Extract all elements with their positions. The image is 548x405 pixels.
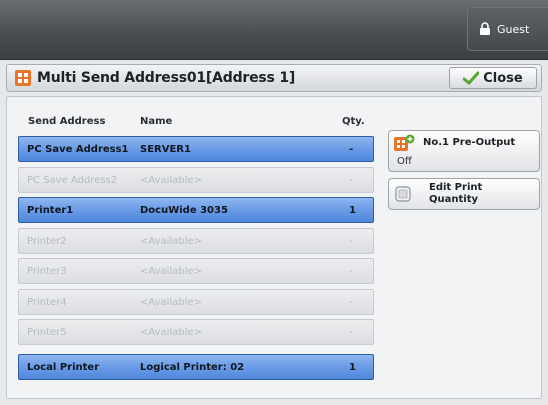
pre-output-value: Off xyxy=(397,156,412,167)
row-address: Printer5 xyxy=(27,326,67,338)
row-name: <Available> xyxy=(140,326,203,338)
row-name: <Available> xyxy=(140,235,203,247)
row-qty: - xyxy=(349,143,354,155)
guest-label: Guest xyxy=(497,22,530,36)
row-qty: 1 xyxy=(349,361,356,373)
address-row-pc-save-2[interactable]: PC Save Address2 <Available> - xyxy=(18,167,374,193)
pre-output-label: No.1 Pre-Output xyxy=(423,137,516,148)
row-name: <Available> xyxy=(140,174,203,186)
header-name: Name xyxy=(140,116,173,127)
address-row-printer-5[interactable]: Printer5 <Available> - xyxy=(18,319,374,345)
lock-user-icon xyxy=(480,22,490,35)
pre-output-icon xyxy=(394,134,415,151)
address-row-printer-2[interactable]: Printer2 <Available> - xyxy=(18,228,374,254)
checkmark-icon xyxy=(463,71,480,85)
header-send-address: Send Address xyxy=(28,116,106,127)
screen: Guest Multi Send Address01[Address 1] Cl… xyxy=(0,0,548,405)
row-qty: - xyxy=(349,326,353,338)
top-bar: Guest xyxy=(0,0,548,60)
row-name: <Available> xyxy=(140,265,203,277)
close-label: Close xyxy=(483,70,523,86)
row-address: Printer3 xyxy=(27,265,67,277)
header-qty: Qty. xyxy=(342,116,365,127)
edit-print-quantity-button[interactable]: Edit Print Quantity xyxy=(388,178,540,210)
row-address: Printer4 xyxy=(27,296,67,308)
address-row-printer-3[interactable]: Printer3 <Available> - xyxy=(18,258,374,284)
multi-send-icon xyxy=(15,70,31,86)
row-qty: - xyxy=(349,235,353,247)
row-address: PC Save Address2 xyxy=(27,174,118,186)
row-address: Printer2 xyxy=(27,235,67,247)
row-qty: 1 xyxy=(349,204,356,216)
edit-quantity-icon xyxy=(395,186,411,202)
title-bar: Multi Send Address01[Address 1] Close xyxy=(6,64,542,92)
row-qty: - xyxy=(349,265,353,277)
guest-button[interactable]: Guest xyxy=(467,7,548,51)
row-name: <Available> xyxy=(140,296,203,308)
close-button[interactable]: Close xyxy=(449,67,537,89)
edit-print-quantity-label: Edit Print Quantity xyxy=(429,182,483,205)
window-title: Multi Send Address01[Address 1] xyxy=(37,70,296,86)
row-name: DocuWide 3035 xyxy=(140,204,228,216)
row-address: Local Printer xyxy=(27,361,100,373)
address-row-local-printer[interactable]: Local Printer Logical Printer: 02 1 xyxy=(18,354,374,380)
row-name: Logical Printer: 02 xyxy=(140,361,245,373)
row-qty: - xyxy=(349,174,353,186)
row-qty: - xyxy=(349,296,353,308)
row-address: PC Save Address1 xyxy=(27,143,129,155)
address-row-pc-save-1[interactable]: PC Save Address1 SERVER1 - xyxy=(18,136,374,162)
row-address: Printer1 xyxy=(27,204,74,216)
address-row-printer-1[interactable]: Printer1 DocuWide 3035 1 xyxy=(18,197,374,223)
row-name: SERVER1 xyxy=(140,143,191,155)
address-row-printer-4[interactable]: Printer4 <Available> - xyxy=(18,289,374,315)
pre-output-button[interactable]: No.1 Pre-Output Off xyxy=(388,130,540,172)
